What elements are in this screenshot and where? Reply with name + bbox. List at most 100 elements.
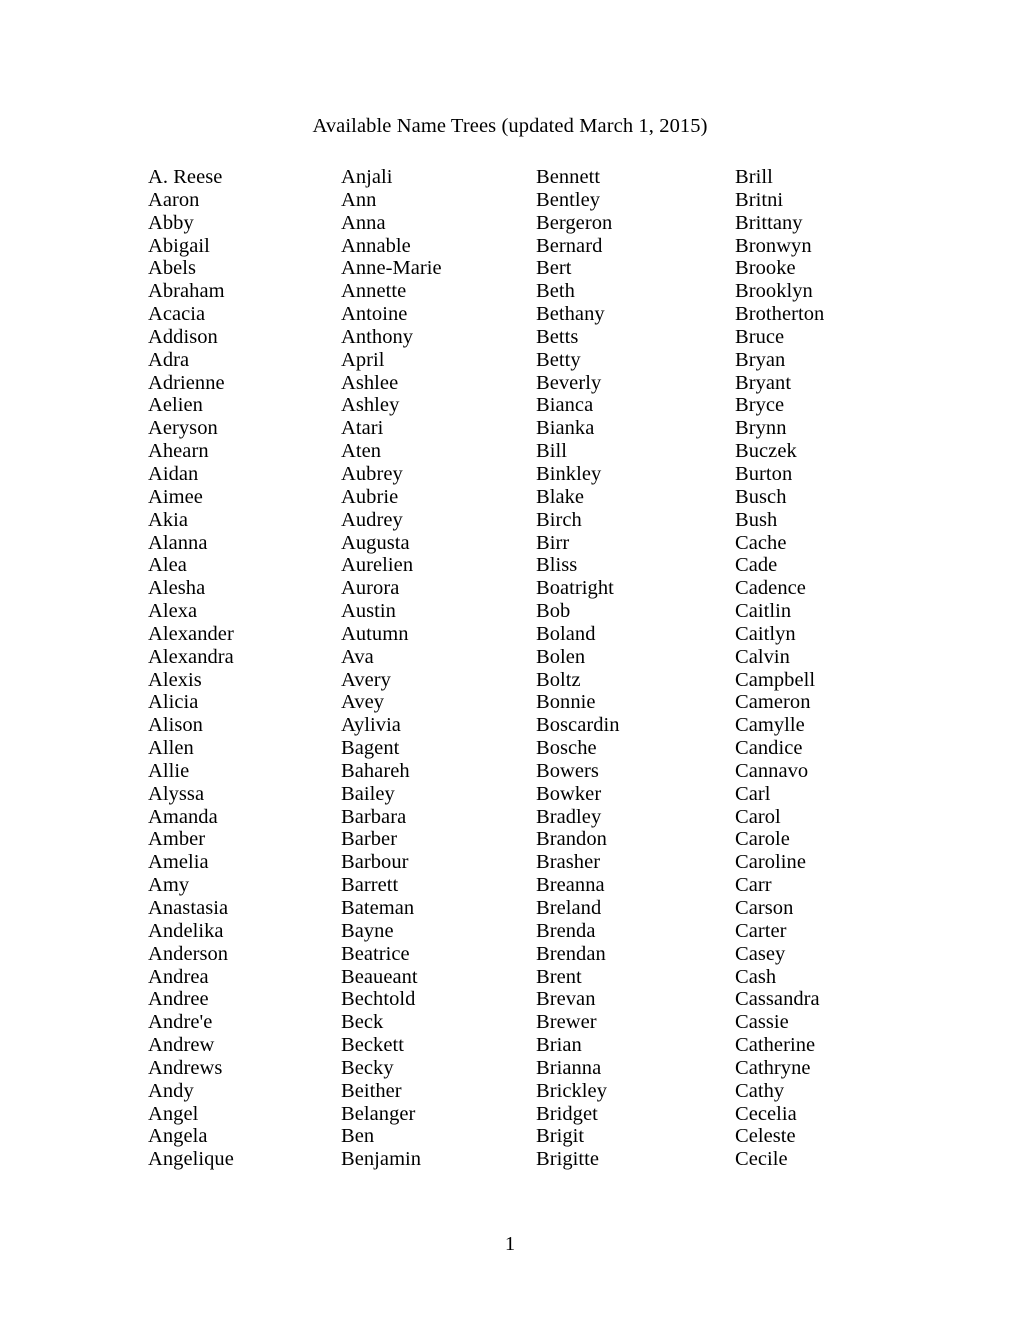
name-entry: Abby xyxy=(148,211,194,234)
name-entry: Bridget xyxy=(536,1102,598,1125)
name-entry: Caroline xyxy=(735,851,806,874)
name-entry: Amber xyxy=(148,828,206,851)
name-entry: Bianca xyxy=(536,394,594,417)
name-entry: Alyssa xyxy=(148,782,205,805)
name-entry: Alexander xyxy=(148,622,234,645)
name-entry: Carter xyxy=(735,919,787,942)
name-entry: Brandon xyxy=(536,828,607,851)
name-entry: Cannavo xyxy=(735,759,809,782)
name-entry: Anastasia xyxy=(148,897,229,919)
name-entry: Bonnie xyxy=(536,691,596,714)
name-entry: Annette xyxy=(341,280,407,303)
name-entry: Andree xyxy=(148,988,209,1011)
name-entry: Abigail xyxy=(148,234,210,257)
name-entry: Ann xyxy=(341,188,377,211)
name-entry: Bert xyxy=(536,257,572,280)
name-entry: Augusta xyxy=(341,531,410,554)
name-entry: Brotherton xyxy=(735,303,825,326)
name-entry: Akia xyxy=(148,508,189,531)
name-entry: Cecelia xyxy=(735,1102,797,1125)
name-entry: Blake xyxy=(536,485,585,508)
name-entry: Carson xyxy=(735,897,794,919)
name-entry: Bowker xyxy=(536,782,602,805)
name-entry: Amy xyxy=(148,874,190,897)
name-entry: Alesha xyxy=(148,577,206,600)
name-entry: Bryant xyxy=(735,371,792,394)
name-entry: Bernard xyxy=(536,234,603,257)
name-entry: Atari xyxy=(341,417,384,440)
name-entry: Barbour xyxy=(341,851,409,874)
name-entry: Barber xyxy=(341,828,398,851)
name-entry: Austin xyxy=(341,600,396,623)
name-list-grid: A. Reese Aaron Abby Abigail Abels Abraham Acac… xyxy=(148,166,948,1171)
name-entry: Andelika xyxy=(148,919,224,942)
name-entry: Brickley xyxy=(536,1079,607,1102)
name-entry: Andre'e xyxy=(148,1011,213,1034)
name-entry: Anna xyxy=(341,211,386,234)
name-entry: Alea xyxy=(148,554,187,577)
name-entry: Bryan xyxy=(735,348,786,371)
name-entry: Andrews xyxy=(148,1056,223,1079)
name-column-3: Bennett Bentley Bergeron Bernard Bert Beth Bet… xyxy=(536,166,735,1171)
name-entry: Brenda xyxy=(536,919,596,942)
name-entry: Allen xyxy=(148,737,194,760)
name-entry: Carole xyxy=(735,828,790,851)
name-column-1: A. Reese Aaron Abby Abigail Abels Abraham Acac… xyxy=(148,166,341,1171)
name-entry: Cash xyxy=(735,965,777,988)
name-entry: Brasher xyxy=(536,851,601,874)
name-entry: Camylle xyxy=(735,714,805,737)
name-entry: April xyxy=(341,348,385,371)
name-entry: Amelia xyxy=(148,851,209,874)
name-entry: Celeste xyxy=(735,1125,796,1148)
name-entry: Aaron xyxy=(148,188,200,211)
name-entry: Beverly xyxy=(536,371,602,394)
name-entry: Alexa xyxy=(148,600,198,623)
name-entry: Adra xyxy=(148,348,190,371)
name-entry: Brewer xyxy=(536,1011,597,1034)
name-entry: Carl xyxy=(735,782,771,805)
name-entry: Aurora xyxy=(341,577,400,600)
name-entry: Beck xyxy=(341,1011,384,1034)
name-entry: Birch xyxy=(536,508,582,531)
name-entry: Brittany xyxy=(735,211,803,234)
name-entry: Bronwyn xyxy=(735,234,812,257)
name-entry: Abels xyxy=(148,257,197,280)
name-entry: Aelien xyxy=(148,394,203,417)
name-entry: Brent xyxy=(536,965,582,988)
name-entry: Bob xyxy=(536,600,571,623)
name-entry: Brigit xyxy=(536,1125,585,1148)
name-entry: Becky xyxy=(341,1056,394,1079)
name-entry: Anderson xyxy=(148,942,229,965)
name-entry: Bruce xyxy=(735,325,785,348)
name-entry: Bianka xyxy=(536,417,595,440)
name-entry: Cassie xyxy=(735,1011,789,1034)
name-entry: Aidan xyxy=(148,462,199,485)
name-entry: Bosche xyxy=(536,737,597,760)
name-entry: Anne-Marie xyxy=(341,257,442,280)
name-entry: Barbara xyxy=(341,805,407,828)
name-entry: Cache xyxy=(735,531,787,554)
name-entry: Britni xyxy=(735,188,784,211)
name-entry: Brill xyxy=(735,166,773,188)
name-entry: Benjamin xyxy=(341,1148,422,1171)
name-entry: Bergeron xyxy=(536,211,613,234)
name-entry: Autumn xyxy=(341,622,409,645)
name-entry: Addison xyxy=(148,325,218,348)
name-entry: Barrett xyxy=(341,874,399,897)
page-title: Available Name Trees (updated March 1, 2… xyxy=(312,115,708,137)
name-entry: Beth xyxy=(536,280,575,303)
name-entry: Angel xyxy=(148,1102,199,1125)
name-entry: Carr xyxy=(735,874,772,897)
name-entry: Burton xyxy=(735,462,793,485)
name-entry: Beaueant xyxy=(341,965,418,988)
name-entry: Beckett xyxy=(341,1034,404,1057)
name-entry: Antoine xyxy=(341,303,408,326)
name-entry: Bethany xyxy=(536,303,605,326)
name-entry: Boatright xyxy=(536,577,614,600)
name-entry: Avey xyxy=(341,691,385,714)
name-entry: Bailey xyxy=(341,782,395,805)
name-entry: Bentley xyxy=(536,188,601,211)
name-entry: Bowers xyxy=(536,759,599,782)
name-entry: Angela xyxy=(148,1125,208,1148)
name-entry: Bahareh xyxy=(341,759,410,782)
